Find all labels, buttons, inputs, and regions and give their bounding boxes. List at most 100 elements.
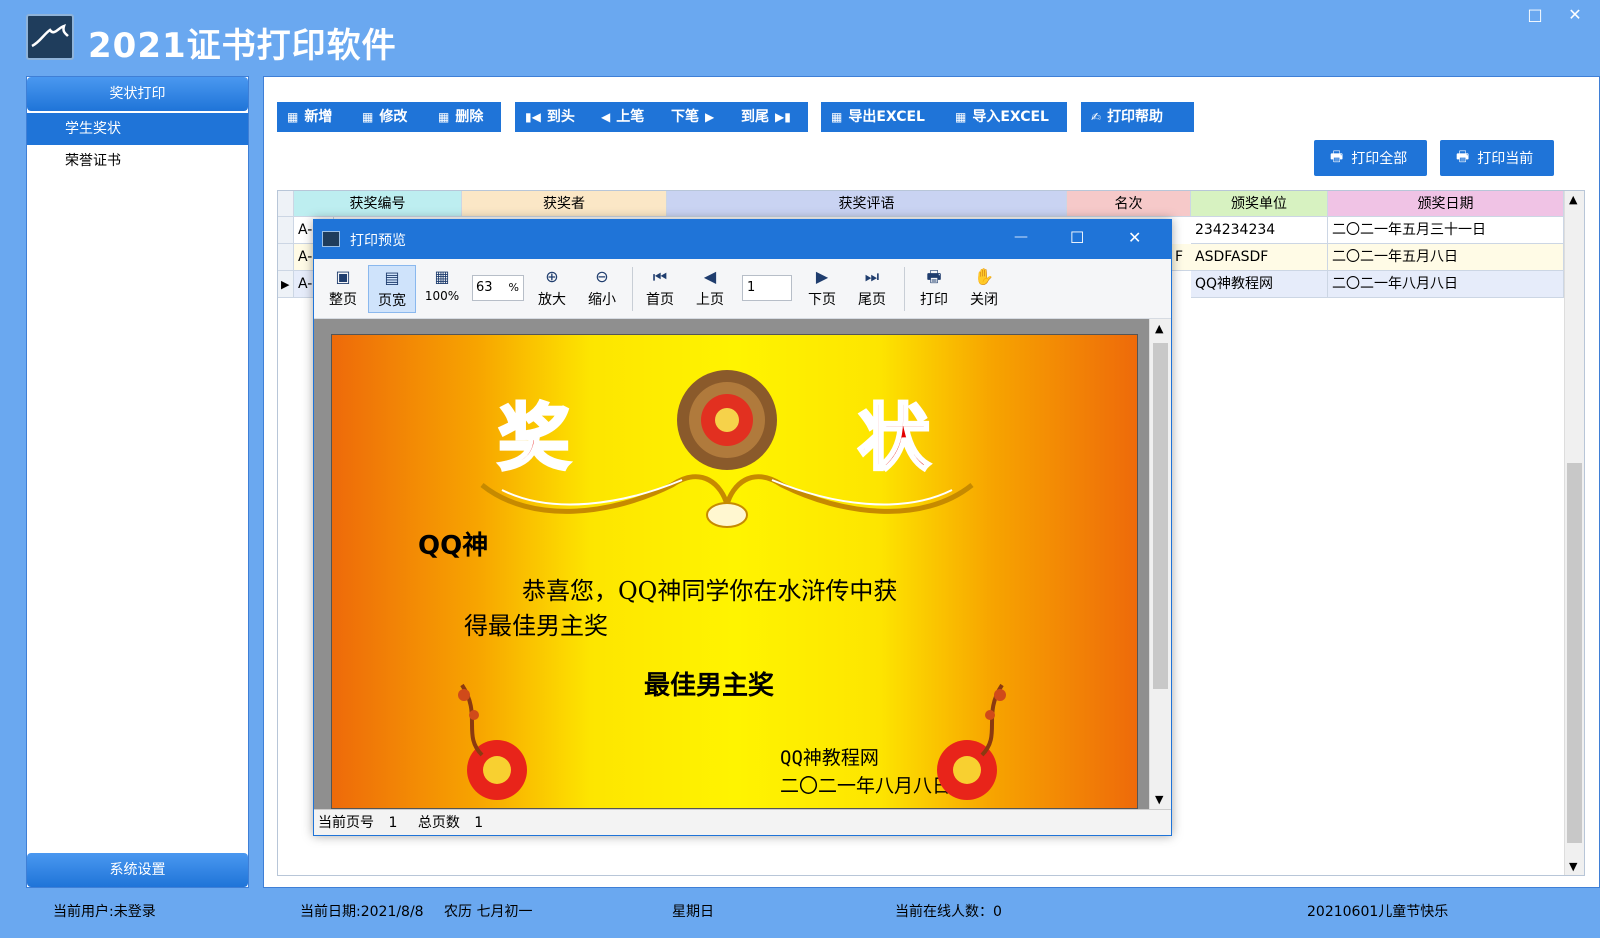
ornament-icon <box>480 474 974 528</box>
print-current-button[interactable]: 🖶 打印当前 <box>1440 140 1554 176</box>
print-icon: 🖶 <box>1330 149 1344 165</box>
sidebar-header-award-print[interactable]: 奖状打印 <box>27 77 248 111</box>
cell-date[interactable]: 二〇二一年五月八日 <box>1328 244 1564 271</box>
prev-page-button[interactable]: ◀ 上页 <box>686 265 734 313</box>
certificate-award: 最佳男主奖 <box>644 671 775 701</box>
dialog-title: 打印预览 <box>350 233 406 249</box>
skip-end-icon: ⏭ <box>864 267 880 286</box>
scroll-up-icon[interactable]: ▲ <box>1155 322 1163 335</box>
toolbar-separator <box>632 267 633 311</box>
export-excel-button[interactable]: ▦ 导出EXCEL <box>821 102 945 132</box>
page-width-button[interactable]: ▤ 页宽 <box>368 265 416 313</box>
first-page-button[interactable]: ⏮ 首页 <box>636 265 684 313</box>
print-help-label: 打印帮助 <box>1107 109 1164 125</box>
print-icon: 🖶 <box>1456 149 1470 165</box>
column-header-award-id[interactable]: 获奖编号 <box>294 191 462 217</box>
zoom-out-icon: ⊖ <box>595 267 609 286</box>
row-header-corner <box>278 191 294 217</box>
page-icon: ▤ <box>384 268 400 287</box>
restore-button[interactable]: □ <box>1522 4 1548 26</box>
add-label: 新增 <box>304 109 333 125</box>
cell-issuer[interactable]: QQ神教程网 <box>1191 271 1328 298</box>
last-page-button[interactable]: ⏭ 尾页 <box>848 265 896 313</box>
preview-canvas[interactable]: 奖 状 QQ神 恭喜您，QQ神同学你在水浒传中获 得最佳男主奖 最佳男主奖 QQ… <box>314 319 1171 809</box>
scroll-down-icon[interactable]: ▼ <box>1155 793 1163 806</box>
column-header-date[interactable]: 颁奖日期 <box>1328 191 1564 217</box>
maximize-button[interactable]: ☐ <box>1070 228 1084 247</box>
close-icon[interactable]: ✕ <box>1562 4 1588 26</box>
flower-right-icon <box>937 683 1006 800</box>
prev-label: 上笔 <box>616 109 645 125</box>
certificate-recipient: QQ神 <box>418 531 489 561</box>
row-header[interactable] <box>278 244 294 271</box>
whole-page-button[interactable]: ▣ 整页 <box>319 265 367 313</box>
column-header-issuer[interactable]: 颁奖单位 <box>1191 191 1328 217</box>
last-record-button[interactable]: 到尾 ▶▮ <box>731 102 808 132</box>
certificate-line1: 恭喜您，QQ神同学你在水浒传中获 <box>522 577 898 605</box>
weekday: 星期日 <box>672 904 714 920</box>
arrow-right-icon: ▶ <box>815 267 829 286</box>
first-record-button[interactable]: ▮◀ 到头 <box>515 102 591 132</box>
print-help-button[interactable]: ✍ 打印帮助 <box>1081 102 1194 132</box>
sidebar-system-settings[interactable]: 系统设置 <box>27 853 248 887</box>
flower-left-icon <box>458 683 527 800</box>
arrow-left-icon: ◀ <box>601 110 611 124</box>
column-header-rank[interactable]: 名次 <box>1067 191 1191 217</box>
cell-issuer[interactable]: ASDFASDF <box>1191 244 1328 271</box>
current-page-label: 当前页号 <box>318 815 374 831</box>
scroll-thumb[interactable] <box>1567 463 1582 843</box>
sidebar-item-student-award[interactable]: 学生奖状 <box>27 113 248 145</box>
sidebar-item-honor-certificate[interactable]: 荣誉证书 <box>27 145 248 177</box>
dialog-titlebar[interactable]: 打印预览 — ☐ ✕ <box>314 220 1171 259</box>
app-window: 2021证书打印软件 □ ✕ 奖状打印 学生奖状 荣誉证书 系统设置 ▦ 新增 ▦… <box>0 0 1600 938</box>
certificate-issuer: QQ神教程网 <box>780 747 879 769</box>
current-row-indicator[interactable]: ▶ <box>278 271 294 298</box>
cell-date[interactable]: 二〇二一年五月三十一日 <box>1328 217 1564 244</box>
online-count: 当前在线人数：0 <box>895 904 1002 920</box>
grid-icon: ▦ <box>955 110 967 124</box>
zoom-unit: % <box>508 281 519 294</box>
scroll-thumb[interactable] <box>1153 343 1168 689</box>
grid-scrollbar[interactable]: ▲ ▼ <box>1564 191 1584 875</box>
current-date: 当前日期:2021/8/8 <box>300 904 424 920</box>
last-page-label: 尾页 <box>858 292 886 308</box>
printer-icon: 🖶 <box>926 267 942 286</box>
cell-date[interactable]: 二〇二一年八月八日 <box>1328 271 1564 298</box>
app-logo-small <box>322 231 340 247</box>
minimize-button[interactable]: — <box>1014 229 1028 245</box>
app-title: 2021证书打印软件 <box>88 26 397 66</box>
print-label: 打印 <box>920 292 948 308</box>
import-excel-button[interactable]: ▦ 导入EXCEL <box>945 102 1067 132</box>
sidebar: 奖状打印 学生奖状 荣誉证书 系统设置 <box>26 76 249 888</box>
close-preview-button[interactable]: ✋ 关闭 <box>960 265 1008 313</box>
row-header[interactable] <box>278 217 294 244</box>
status-bar: 当前用户:未登录 当前日期:2021/8/8 农历 七月初一 星期日 当前在线人… <box>0 898 1600 938</box>
edit-button[interactable]: ▦ 修改 <box>352 102 428 132</box>
scroll-down-icon[interactable]: ▼ <box>1569 860 1577 873</box>
page-number-input[interactable]: 1 <box>742 275 792 301</box>
column-header-recipient[interactable]: 获奖者 <box>462 191 667 217</box>
cell-issuer[interactable]: 234234234 <box>1191 217 1328 244</box>
zoom-input[interactable]: 63 % <box>472 275 524 301</box>
page-icon: ▣ <box>335 267 351 286</box>
preview-scrollbar[interactable]: ▲ ▼ <box>1149 319 1171 809</box>
column-header-comment[interactable]: 获奖评语 <box>667 191 1067 217</box>
prev-record-button[interactable]: ◀ 上笔 <box>591 102 661 132</box>
delete-button[interactable]: ▦ 删除 <box>428 102 501 132</box>
zoom-100-button[interactable]: ▦ 100% <box>418 265 466 313</box>
zoom-out-button[interactable]: ⊖ 缩小 <box>578 265 626 313</box>
add-button[interactable]: ▦ 新增 <box>277 102 352 132</box>
scroll-up-icon[interactable]: ▲ <box>1569 193 1577 206</box>
zoom-in-button[interactable]: ⊕ 放大 <box>528 265 576 313</box>
prev-page-label: 上页 <box>696 292 724 308</box>
cell-rank-tail[interactable]: F <box>1171 244 1191 271</box>
page-width-label: 页宽 <box>378 293 406 309</box>
next-page-button[interactable]: ▶ 下页 <box>798 265 846 313</box>
next-record-button[interactable]: 下笔 ▶ <box>661 102 731 132</box>
print-all-button[interactable]: 🖶 打印全部 <box>1314 140 1427 176</box>
print-current-label: 打印当前 <box>1477 151 1534 167</box>
whole-page-label: 整页 <box>329 292 357 308</box>
print-button[interactable]: 🖶 打印 <box>910 265 958 313</box>
dialog-close-button[interactable]: ✕ <box>1128 228 1141 247</box>
print-preview-dialog: 打印预览 — ☐ ✕ ▣ 整页 ▤ 页宽 ▦ 100% 63 % ⊕ 放大 ⊖ 缩小 ⏮ 首… <box>313 219 1172 836</box>
